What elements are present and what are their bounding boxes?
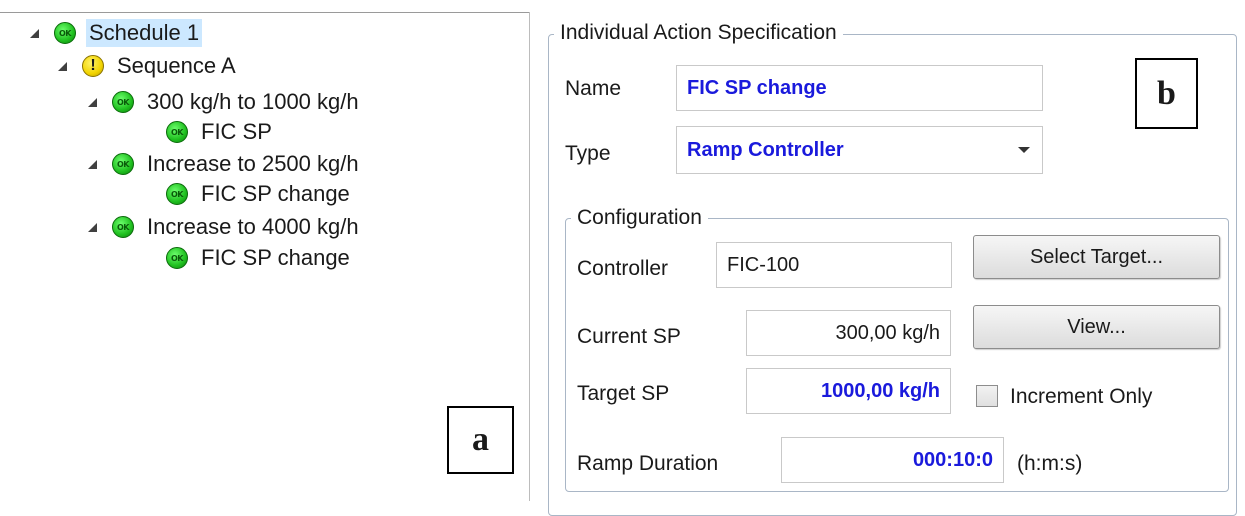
- expand-caret-icon[interactable]: [28, 27, 40, 39]
- target-sp-label: Target SP: [577, 382, 670, 405]
- tree-item-step-2[interactable]: OK Increase to 2500 kg/h: [86, 149, 362, 179]
- expand-caret-icon[interactable]: [86, 96, 98, 108]
- target-sp-value: 1000,00 kg/h: [821, 379, 940, 402]
- type-selected-value: Ramp Controller: [687, 138, 844, 161]
- select-target-button[interactable]: Select Target...: [973, 235, 1220, 279]
- tree-item-label: Increase to 2500 kg/h: [147, 151, 359, 176]
- expand-caret-icon[interactable]: [86, 158, 98, 170]
- tree-item-step-1[interactable]: OK 300 kg/h to 1000 kg/h: [86, 87, 362, 117]
- ok-status-icon: OK: [166, 247, 188, 269]
- type-dropdown[interactable]: Ramp Controller: [676, 126, 1043, 174]
- tree-item-label: FIC SP change: [201, 181, 350, 206]
- individual-action-group-title: Individual Action Specification: [554, 21, 843, 45]
- name-label: Name: [565, 77, 622, 100]
- tree-item-action-1[interactable]: OK FIC SP: [166, 117, 275, 147]
- increment-only-label: Increment Only: [1010, 385, 1153, 408]
- action-spec-panel: Individual Action Specification Name FIC…: [540, 0, 1245, 516]
- panel-right-border: [529, 12, 530, 501]
- increment-only-checkbox[interactable]: [976, 385, 998, 407]
- configuration-group-title: Configuration: [571, 206, 708, 230]
- target-sp-field[interactable]: 1000,00 kg/h: [746, 368, 951, 414]
- ramp-duration-unit: (h:m:s): [1017, 452, 1083, 475]
- ok-status-icon: OK: [54, 22, 76, 44]
- name-field[interactable]: FIC SP change: [676, 65, 1043, 111]
- panel-top-border: [0, 12, 530, 13]
- tree-item-label: Increase to 4000 kg/h: [147, 214, 359, 239]
- view-button[interactable]: View...: [973, 305, 1220, 349]
- tree-item-action-2[interactable]: OK FIC SP change: [166, 179, 353, 209]
- tree-item-label: 300 kg/h to 1000 kg/h: [147, 89, 359, 114]
- ok-status-icon: OK: [112, 91, 134, 113]
- ok-status-icon: OK: [112, 216, 134, 238]
- controller-field[interactable]: FIC-100: [716, 242, 952, 288]
- schedule-tree-panel: OK Schedule 1 ! Sequence A OK 300 kg/h t…: [0, 0, 530, 501]
- ramp-duration-field[interactable]: 000:10:0: [781, 437, 1004, 483]
- tree-item-schedule-1[interactable]: OK Schedule 1: [28, 18, 203, 48]
- controller-label: Controller: [577, 257, 669, 280]
- tree-item-label: FIC SP: [201, 119, 272, 144]
- current-sp-field[interactable]: 300,00 kg/h: [746, 310, 951, 356]
- panel-label-b: b: [1135, 58, 1198, 129]
- tree-item-label: Schedule 1: [86, 19, 203, 47]
- tree-item-sequence-a[interactable]: ! Sequence A: [56, 51, 239, 81]
- expand-caret-icon[interactable]: [86, 221, 98, 233]
- type-label: Type: [565, 142, 611, 165]
- current-sp-value: 300,00 kg/h: [835, 321, 940, 344]
- tree-item-label: FIC SP change: [201, 245, 350, 270]
- warning-status-icon: !: [82, 55, 104, 77]
- ok-status-icon: OK: [166, 121, 188, 143]
- ramp-duration-value: 000:10:0: [912, 448, 993, 471]
- controller-value: FIC-100: [727, 253, 800, 276]
- tree-item-action-3[interactable]: OK FIC SP change: [166, 243, 353, 273]
- name-value: FIC SP change: [687, 76, 827, 99]
- panel-label-a: a: [447, 406, 514, 474]
- ok-status-icon: OK: [166, 183, 188, 205]
- ramp-duration-label: Ramp Duration: [577, 452, 719, 475]
- ok-status-icon: OK: [112, 153, 134, 175]
- expand-caret-icon[interactable]: [56, 60, 68, 72]
- chevron-down-icon: [1018, 147, 1030, 153]
- tree-item-label: Sequence A: [117, 53, 236, 78]
- current-sp-label: Current SP: [577, 325, 681, 348]
- tree-item-step-3[interactable]: OK Increase to 4000 kg/h: [86, 212, 362, 242]
